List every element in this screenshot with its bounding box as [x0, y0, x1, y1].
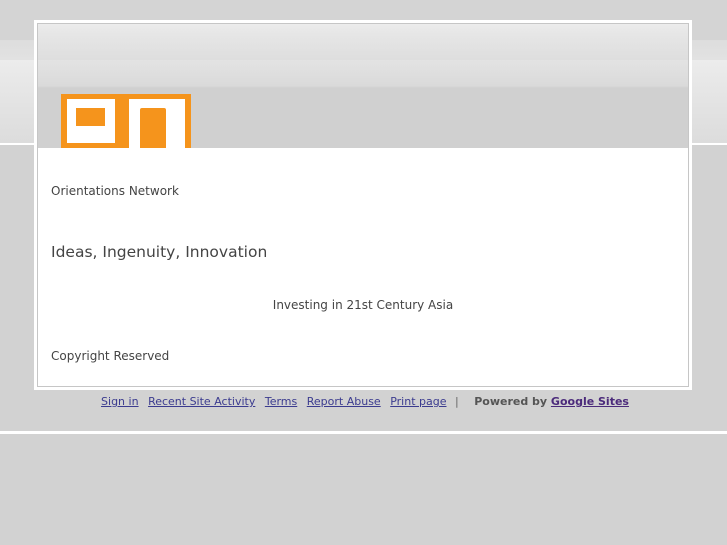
powered-by-label: Powered by — [474, 395, 548, 408]
background-divider — [0, 431, 727, 434]
sign-in-link[interactable]: Sign in — [101, 395, 139, 408]
site-footer: Sign in Recent Site Activity Terms Repor… — [0, 395, 727, 408]
footer-separator: | — [454, 395, 459, 408]
google-sites-link[interactable]: Google Sites — [551, 395, 629, 408]
page-card: Orientations Network Ideas, Ingenuity, I… — [34, 20, 692, 390]
page-content: Orientations Network Ideas, Ingenuity, I… — [37, 23, 689, 387]
terms-link[interactable]: Terms — [265, 395, 297, 408]
site-logo[interactable] — [61, 94, 191, 148]
powered-by: Powered by Google Sites — [474, 395, 629, 408]
logo-letter-n — [129, 99, 185, 148]
subtitle-text: Investing in 21st Century Asia — [272, 298, 454, 312]
recent-site-activity-link[interactable]: Recent Site Activity — [148, 395, 255, 408]
site-name: Orientations Network — [51, 184, 179, 198]
copyright-text: Copyright Reserved — [51, 349, 170, 363]
page-title: Ideas, Ingenuity, Innovation — [51, 243, 268, 261]
logo-letter-o — [67, 99, 115, 143]
print-page-link[interactable]: Print page — [390, 395, 446, 408]
site-header — [38, 24, 688, 148]
report-abuse-link[interactable]: Report Abuse — [307, 395, 381, 408]
